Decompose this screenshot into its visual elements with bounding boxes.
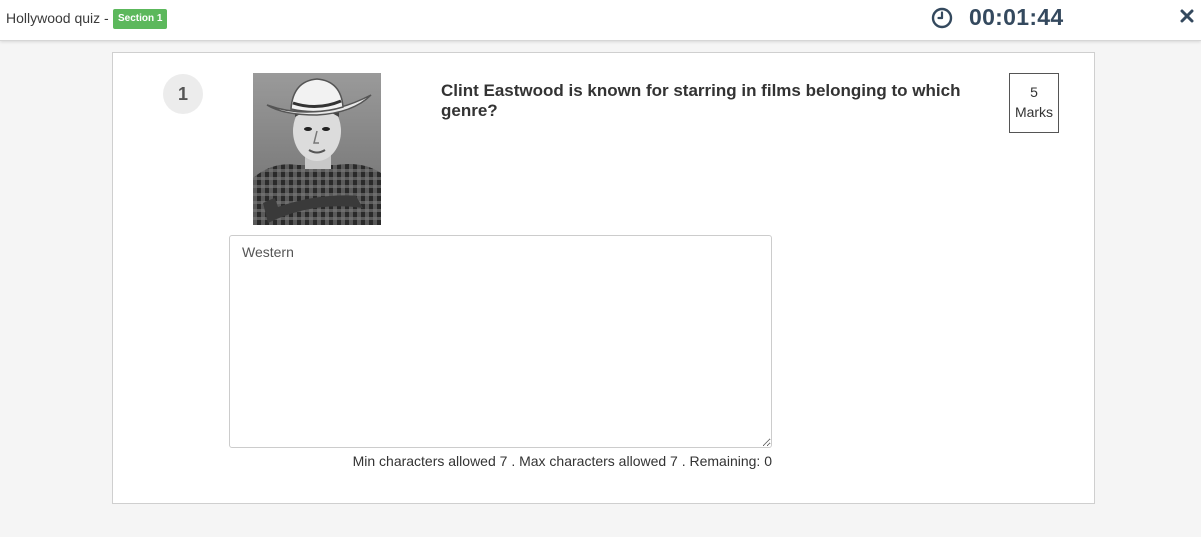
quiz-title: Hollywood quiz - [6, 10, 109, 26]
marks-value: 5 [1030, 84, 1038, 100]
portrait-image [253, 73, 381, 225]
top-bar: Hollywood quiz - Section 1 00:01:44 [0, 0, 1201, 41]
marks-label: Marks [1014, 104, 1054, 120]
clock-icon [931, 7, 953, 29]
marks-box: 5 Marks [1009, 73, 1059, 133]
countdown-timer: 00:01:44 [969, 4, 1064, 30]
question-image [253, 73, 381, 225]
answer-textarea[interactable]: Western [229, 235, 772, 448]
close-icon[interactable] [1180, 9, 1194, 23]
question-text: Clint Eastwood is known for starring in … [441, 81, 961, 120]
section-badge: Section 1 [113, 9, 168, 29]
question-number: 1 [163, 74, 203, 114]
character-limit-info: Min characters allowed 7 . Max character… [352, 453, 772, 469]
question-card: 1 Clint Eastwood is known for starring i… [112, 52, 1095, 504]
